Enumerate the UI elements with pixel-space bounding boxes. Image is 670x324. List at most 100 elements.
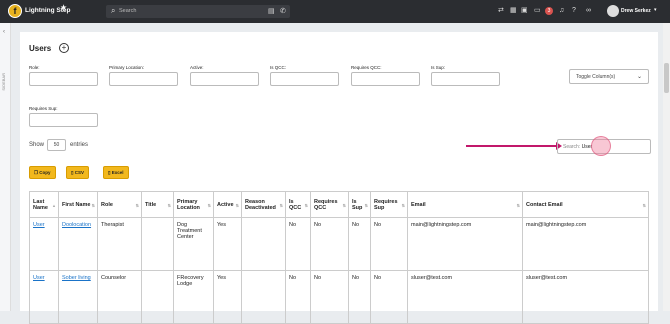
cell-active: Yes bbox=[213, 270, 242, 324]
cell-last-name[interactable]: User bbox=[29, 217, 59, 271]
filter-label-primary-location: Primary Location: bbox=[109, 65, 145, 70]
entries-per-page-select[interactable]: 50 bbox=[47, 139, 66, 151]
column-header-role[interactable]: Role ⇅ bbox=[97, 191, 142, 218]
cell-requires-sup: No bbox=[370, 217, 408, 271]
sort-icon: ⇅ bbox=[401, 203, 405, 208]
sort-icon: ⇅ bbox=[167, 203, 171, 208]
cell-active: Yes bbox=[213, 217, 242, 271]
cell-primary-location: FRecovery Lodge bbox=[173, 270, 214, 324]
csv-button-label: CSV bbox=[74, 170, 84, 175]
column-header-label: Reason Deactivated bbox=[245, 198, 276, 211]
primary-location-filter-input[interactable] bbox=[109, 72, 178, 86]
cell-title bbox=[141, 270, 174, 324]
page-scrollbar[interactable] bbox=[663, 23, 670, 311]
global-search[interactable]: ⌕ Search ▤ ✆ bbox=[106, 5, 290, 18]
scrollbar-thumb[interactable] bbox=[664, 63, 669, 93]
avatar[interactable] bbox=[607, 5, 619, 17]
is-qcc-filter-input[interactable] bbox=[270, 72, 339, 86]
favorite-star-icon[interactable]: ★ bbox=[60, 3, 67, 12]
excel-button[interactable]: ▯ Excel bbox=[103, 166, 129, 179]
cell-is-qcc: No bbox=[285, 217, 311, 271]
filter-label-is-sup: Is Sup: bbox=[431, 65, 446, 70]
last-name-link[interactable]: User bbox=[33, 222, 45, 228]
filter-label-requires-sup: Requires Sup: bbox=[29, 106, 58, 111]
column-header-label: Contact Email bbox=[526, 201, 563, 208]
column-header-label: Role bbox=[101, 201, 113, 208]
calendar-icon[interactable]: ▤ bbox=[268, 7, 275, 15]
first-name-link[interactable]: Sober living bbox=[62, 275, 91, 281]
column-header-active[interactable]: Active ⇅ bbox=[213, 191, 242, 218]
chat-icon[interactable]: ▭ bbox=[534, 6, 541, 16]
logo-letter: f bbox=[13, 6, 17, 16]
column-header-label: Email bbox=[411, 201, 426, 208]
column-header-label: Is Sup bbox=[352, 198, 363, 211]
excel-button-label: Excel bbox=[111, 170, 124, 175]
toggle-columns-label: Toggle Column(s) bbox=[576, 74, 616, 80]
cell-last-name[interactable]: User bbox=[29, 270, 59, 324]
sort-icon: ⇅ bbox=[207, 203, 211, 208]
column-header-requires-qcc[interactable]: Requires QCC ⇅ bbox=[310, 191, 349, 218]
column-header-first-name[interactable]: First Name ⇅ bbox=[58, 191, 98, 218]
sort-icon: ⇅ bbox=[342, 203, 346, 208]
search-icon: ⌕ bbox=[111, 6, 116, 15]
column-header-title[interactable]: Title ⇅ bbox=[141, 191, 174, 218]
chevron-down-icon[interactable]: ▾ bbox=[654, 7, 657, 13]
is-sup-filter-input[interactable] bbox=[431, 72, 500, 86]
column-header-is-sup[interactable]: Is Sup ⇅ bbox=[348, 191, 371, 218]
phone-icon[interactable]: ✆ bbox=[280, 7, 286, 15]
sort-icon: ⇅ bbox=[91, 203, 95, 208]
column-header-requires-sup[interactable]: Requires Sup ⇅ bbox=[370, 191, 408, 218]
calendar-icon[interactable]: ▦ bbox=[510, 6, 517, 16]
first-name-link[interactable]: Doolocation bbox=[62, 222, 91, 228]
cell-first-name[interactable]: Doolocation bbox=[58, 217, 98, 271]
table-row: User Doolocation Therapist Dog Treatment… bbox=[29, 217, 649, 271]
last-name-link[interactable]: User bbox=[33, 275, 45, 281]
active-filter-input[interactable] bbox=[190, 72, 259, 86]
link-icon[interactable]: ∞ bbox=[586, 6, 591, 16]
entries-suffix-label: entries bbox=[70, 142, 89, 148]
cell-role: Therapist bbox=[97, 217, 142, 271]
sidebar-vertical-label: SIDEBAR bbox=[1, 73, 6, 91]
column-header-is-qcc[interactable]: Is QCC ⇅ bbox=[285, 191, 311, 218]
transfer-icon[interactable]: ⇄ bbox=[498, 6, 504, 16]
cell-email: sluser@test.com bbox=[407, 270, 523, 324]
sort-icon: ⇅ bbox=[135, 203, 139, 208]
collapsed-sidebar: ‹ SIDEBAR bbox=[0, 23, 11, 311]
lightning-step-logo[interactable]: f bbox=[8, 4, 22, 18]
add-user-button[interactable]: + bbox=[59, 43, 69, 53]
column-header-label: Active bbox=[217, 201, 234, 208]
inbox-icon[interactable]: ▣ bbox=[521, 6, 528, 16]
bell-icon[interactable]: ♫ bbox=[559, 6, 564, 16]
chevron-left-icon[interactable]: ‹ bbox=[3, 29, 5, 35]
column-header-contact-email[interactable]: Contact Email ⇅ bbox=[522, 191, 649, 218]
requires-qcc-filter-input[interactable] bbox=[351, 72, 420, 86]
cell-requires-sup: No bbox=[370, 270, 408, 324]
cell-email: main@lightningstep.com bbox=[407, 217, 523, 271]
filter-label-role: Role: bbox=[29, 65, 40, 70]
column-header-email[interactable]: Email ⇅ bbox=[407, 191, 523, 218]
cell-role: Counselor bbox=[97, 270, 142, 324]
copy-button[interactable]: ❐ Copy bbox=[29, 166, 56, 179]
cell-reason-deactivated bbox=[241, 270, 286, 324]
notification-count-badge: 3 bbox=[545, 7, 553, 15]
column-header-reason-deactivated[interactable]: Reason Deactivated ⇅ bbox=[241, 191, 286, 218]
cell-first-name[interactable]: Sober living bbox=[58, 270, 98, 324]
user-name[interactable]: Drew Serkez bbox=[621, 8, 651, 14]
table-search-label: Search: bbox=[563, 144, 581, 150]
cell-title bbox=[141, 217, 174, 271]
csv-button[interactable]: ▯ CSV bbox=[66, 166, 89, 179]
column-header-primary-location[interactable]: Primary Location ⇅ bbox=[173, 191, 214, 218]
search-placeholder: Search bbox=[119, 8, 137, 14]
cell-primary-location: Dog Treatment Center bbox=[173, 217, 214, 271]
filter-label-requires-qcc: Requires QCC: bbox=[351, 65, 382, 70]
toggle-columns-dropdown[interactable]: Toggle Column(s) ⌄ bbox=[569, 69, 649, 84]
filter-label-is-qcc: Is QCC: bbox=[270, 65, 287, 70]
requires-sup-filter-input[interactable] bbox=[29, 113, 98, 127]
role-filter-input[interactable] bbox=[29, 72, 98, 86]
sort-icon: ▲ bbox=[52, 203, 56, 208]
help-icon[interactable]: ? bbox=[572, 6, 576, 16]
column-header-label: Title bbox=[145, 201, 157, 208]
column-header-last-name[interactable]: Last Name ▲ bbox=[29, 191, 59, 218]
cell-is-sup: No bbox=[348, 270, 371, 324]
click-highlight-circle bbox=[591, 136, 611, 156]
